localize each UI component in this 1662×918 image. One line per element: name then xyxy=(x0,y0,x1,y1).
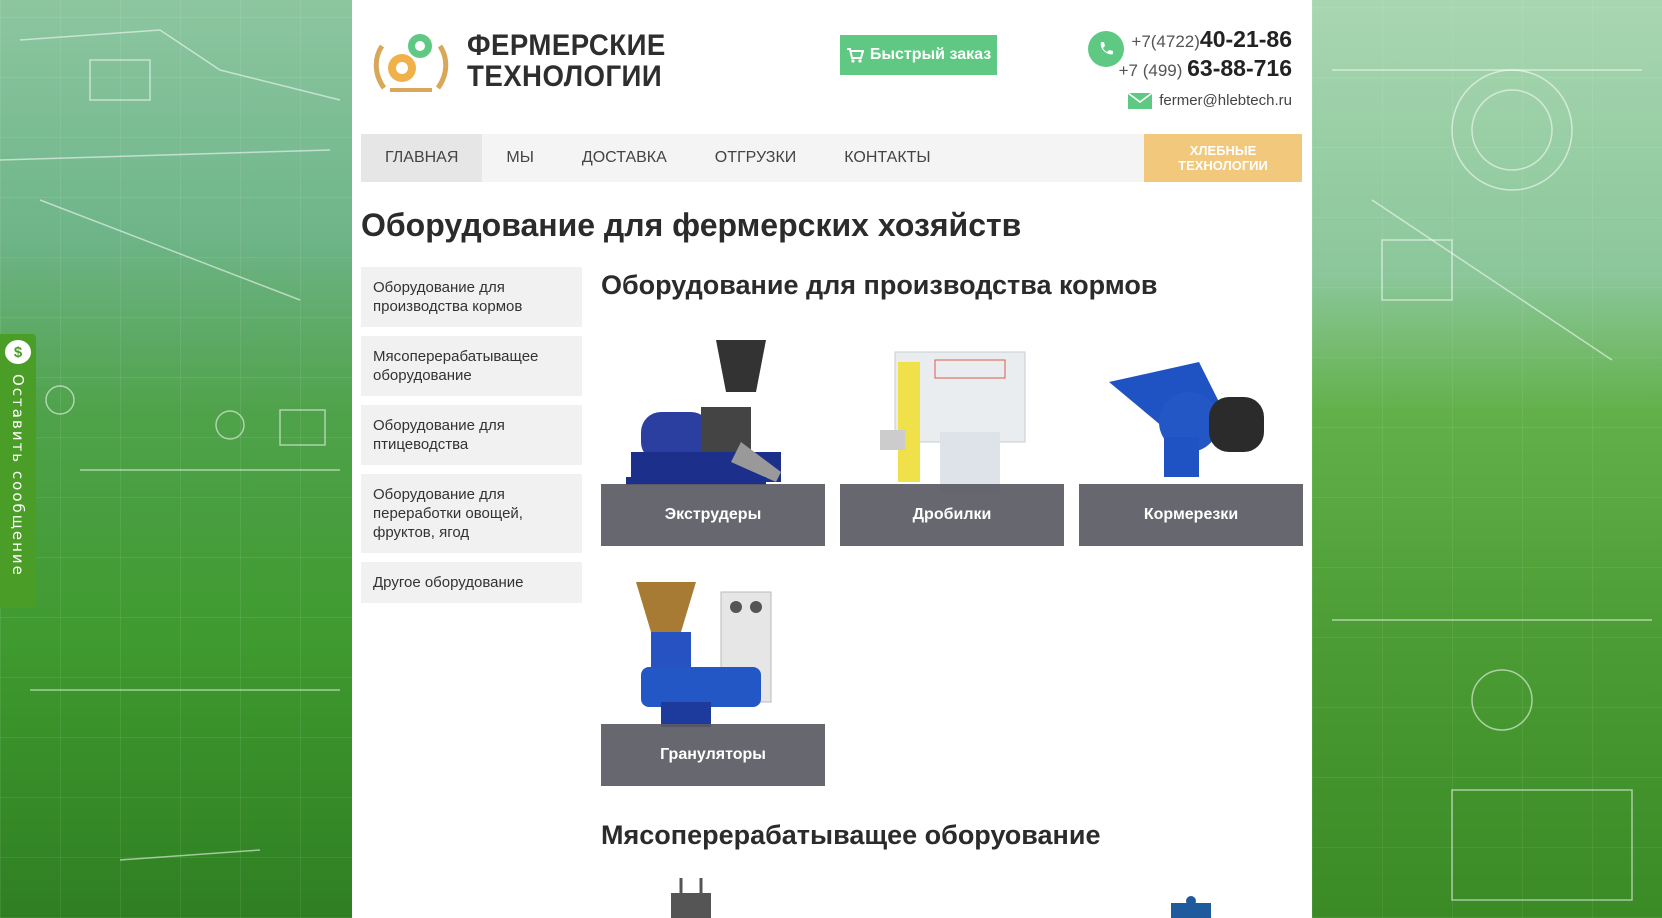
main-page: ФЕРМЕРСКИЕ ТЕХНОЛОГИИ Быстрый заказ +7(4… xyxy=(352,0,1312,918)
email-link[interactable]: fermer@hlebtech.ru xyxy=(1128,92,1292,109)
nav-item-contacts[interactable]: КОНТАКТЫ xyxy=(820,134,954,182)
card-caption: Грануляторы xyxy=(601,724,825,786)
product-card-feed-cutters[interactable]: Кормерезки xyxy=(1079,322,1303,546)
card-caption: Дробилки xyxy=(840,484,1064,546)
bread-technologies-button[interactable]: ХЛЕБНЫЕ ТЕХНОЛОГИИ xyxy=(1144,134,1302,182)
section-title-meat: Мясоперерабатыващее оборуование xyxy=(601,820,1101,850)
category-sidebar: Оборудование для производства кормов Мяс… xyxy=(361,267,582,612)
phone2-number: 63-88-716 xyxy=(1187,55,1292,81)
email-text: fermer@hlebtech.ru xyxy=(1159,92,1292,109)
background-left xyxy=(0,0,352,918)
product-card-granulators[interactable]: Грануляторы xyxy=(601,562,825,786)
nav-item-about[interactable]: МЫ xyxy=(482,134,558,182)
nav-item-shipments[interactable]: ОТГРУЗКИ xyxy=(691,134,821,182)
phone2-prefix: +7 (499) xyxy=(1118,61,1183,80)
gear-wheat-logo-icon[interactable] xyxy=(370,24,452,100)
meat-equipment-image-3[interactable] xyxy=(1161,895,1221,918)
nav-item-delivery[interactable]: ДОСТАВКА xyxy=(558,134,691,182)
phone-number-2[interactable]: +7 (499) 63-88-716 xyxy=(1119,55,1292,82)
sidebar-item-vegetables[interactable]: Оборудование для переработки овощей, фру… xyxy=(361,474,582,553)
envelope-icon xyxy=(1128,92,1153,109)
background-right xyxy=(1312,0,1662,918)
page-title: Оборудование для фермерских хозяйств xyxy=(361,207,1022,243)
dollar-chat-icon: $ xyxy=(5,340,31,364)
sidebar-item-other[interactable]: Другое оборудование xyxy=(361,562,582,603)
product-card-crushers[interactable]: Дробилки xyxy=(840,322,1064,546)
brand-line2: ТЕХНОЛОГИИ xyxy=(467,60,663,93)
sidebar-item-feed[interactable]: Оборудование для производства кормов xyxy=(361,267,582,327)
meat-equipment-image-1[interactable] xyxy=(661,878,731,918)
leave-message-tab[interactable]: $ Оставить сообщение xyxy=(0,334,36,608)
section-title-feed: Оборудование для производства кормов xyxy=(601,270,1158,300)
product-card-extruders[interactable]: Экструдеры xyxy=(601,322,825,546)
quick-order-button[interactable]: Быстрый заказ xyxy=(840,35,997,75)
quick-order-label: Быстрый заказ xyxy=(869,46,992,63)
phone-number-1[interactable]: +7(4722)40-21-86 xyxy=(1131,26,1292,53)
sidebar-item-poultry[interactable]: Оборудование для птицеводства xyxy=(361,405,582,465)
phone1-prefix: +7(4722) xyxy=(1131,32,1200,51)
brand-name[interactable]: ФЕРМЕРСКИЕ ТЕХНОЛОГИИ xyxy=(467,30,666,92)
phone1-number: 40-21-86 xyxy=(1199,26,1292,52)
leave-message-label: Оставить сообщение xyxy=(9,374,27,577)
brand-line1: ФЕРМЕРСКИЕ xyxy=(467,29,666,62)
nav-item-home[interactable]: ГЛАВНАЯ xyxy=(361,134,483,182)
technical-drawing-right xyxy=(1332,69,1652,901)
sidebar-item-meat[interactable]: Мясоперерабатыващее оборудование xyxy=(361,336,582,396)
cart-icon xyxy=(846,48,864,63)
header: ФЕРМЕРСКИЕ ТЕХНОЛОГИИ Быстрый заказ +7(4… xyxy=(352,0,1312,134)
main-nav: ГЛАВНАЯ МЫ ДОСТАВКА ОТГРУЗКИ КОНТАКТЫ ХЛ… xyxy=(361,134,1302,182)
card-caption: Экструдеры xyxy=(601,484,825,546)
card-caption: Кормерезки xyxy=(1079,484,1303,546)
technical-drawing-left xyxy=(0,29,341,861)
